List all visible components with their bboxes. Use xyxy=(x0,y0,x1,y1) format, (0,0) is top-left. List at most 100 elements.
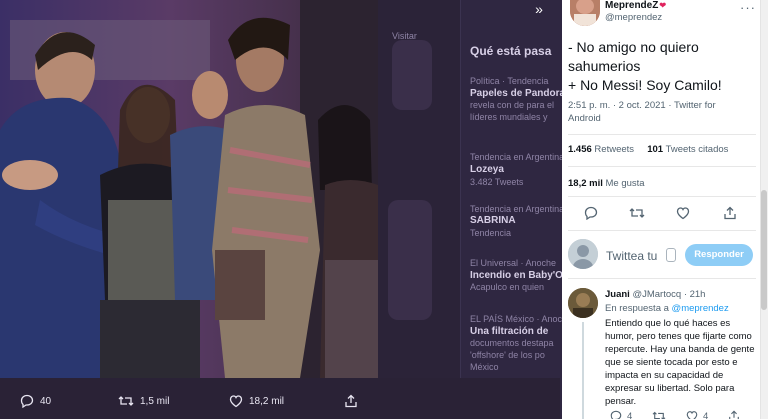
background-trend-text: Tendencia xyxy=(470,228,512,238)
reply-reply-action[interactable]: 4 xyxy=(610,410,632,419)
background-trends-title: Qué está pasa xyxy=(470,44,552,58)
retweets-stat[interactable]: 1.456 Retweets xyxy=(568,144,634,155)
retweets-label: Retweets xyxy=(594,144,635,155)
background-trend-text: revela con de para el xyxy=(470,100,555,110)
author-avatar-image xyxy=(570,0,600,26)
reply-tweet[interactable]: Juani @JMartocq · 21h En respuesta a @me… xyxy=(562,282,760,419)
background-trend-text: México xyxy=(470,362,499,372)
divider xyxy=(568,166,756,167)
reply-icon xyxy=(610,410,622,419)
user-avatar[interactable] xyxy=(568,239,598,269)
background-trend-meta: Tendencia en Argentina xyxy=(470,204,565,214)
background-trend-text: 3.482 Tweets xyxy=(470,177,524,187)
heart-icon xyxy=(686,411,698,419)
background-trend-text: Acapulco en quien xyxy=(470,282,545,292)
photo-retweet-action[interactable]: 1,5 mil xyxy=(118,394,169,408)
reply-like-action[interactable]: 4 xyxy=(686,410,708,419)
background-trend-meta: EL PAÍS México · Anoche xyxy=(470,314,573,324)
reply-icon xyxy=(20,394,34,408)
background-trend-title: Lozeya xyxy=(470,164,504,175)
reply-author-avatar[interactable] xyxy=(568,288,598,318)
tweet-stats-row: 1.456 Retweets 101 Tweets citados xyxy=(568,144,728,155)
background-trend-meta: Política · Tendencia xyxy=(470,76,549,86)
expand-arrow-icon[interactable]: » xyxy=(527,0,551,18)
in-reply-handle-link[interactable]: @meprendez xyxy=(672,303,729,314)
reply-text-line: expresar su libertad. Solo para xyxy=(605,383,735,394)
reply-like-count: 4 xyxy=(703,410,709,419)
in-reply-prefix: En respuesta a xyxy=(605,303,669,314)
retweet-icon xyxy=(652,411,666,419)
scrollbar[interactable] xyxy=(760,0,768,419)
in-reply-to: En respuesta a @meprendez xyxy=(605,303,729,314)
tweet-text-line: - No amigo no quiero xyxy=(568,39,699,55)
likes-label: Me gusta xyxy=(605,178,645,189)
likes-stat[interactable]: 18,2 mil Me gusta xyxy=(568,178,645,189)
background-trend-title: Incendio en Baby'O xyxy=(470,270,563,281)
photo-illustration xyxy=(0,0,378,378)
retweet-icon xyxy=(118,396,134,406)
photo-like-action[interactable]: 18,2 mil xyxy=(229,394,284,408)
background-trend-text: 'offshore' de los po xyxy=(470,350,545,360)
reply-author[interactable]: Juani @JMartocq · 21h xyxy=(605,289,705,300)
tweet-timestamp-line: 2:51 p. m. · 2 oct. 2021 · Twitter for xyxy=(568,100,716,111)
photo-reply-action[interactable]: 40 xyxy=(20,394,51,408)
reply-retweet-action[interactable] xyxy=(652,410,666,419)
tweet-timestamp[interactable]: 2:51 p. m. · 2 oct. 2021 · Twitter for A… xyxy=(568,99,748,125)
reply-share-action[interactable] xyxy=(728,410,740,419)
scrollbar-thumb[interactable] xyxy=(761,190,767,310)
author-handle[interactable]: @meprendez xyxy=(605,12,662,23)
heart-icon[interactable] xyxy=(676,206,690,220)
background-card xyxy=(392,40,432,110)
share-icon[interactable] xyxy=(723,206,737,220)
reply-icon[interactable] xyxy=(584,206,598,220)
emoji-icon[interactable] xyxy=(666,248,676,262)
compose-reply-input[interactable]: Twittea tu xyxy=(606,249,657,263)
divider xyxy=(568,134,756,135)
share-icon xyxy=(729,410,739,419)
author-avatar[interactable] xyxy=(570,0,600,26)
reply-text-line: pensar. xyxy=(605,396,637,407)
photo-share-action[interactable] xyxy=(344,394,358,408)
reply-text-line: repercute. Hay una banda de gente xyxy=(605,344,755,355)
divider xyxy=(568,230,756,231)
background-trend-text: documentos destapa xyxy=(470,338,554,348)
retweet-icon[interactable] xyxy=(629,206,645,220)
author-name-text: MeprendeZ xyxy=(605,0,659,11)
more-icon[interactable]: ··· xyxy=(740,0,756,15)
reply-text-line: impacta en su capacidad de xyxy=(605,370,724,381)
tweet-detail-panel: MeprendeZ❤ @meprendez ··· - No amigo no … xyxy=(562,0,768,419)
author-name[interactable]: MeprendeZ❤ xyxy=(605,0,666,11)
reply-text-line: que se siente tocada por esto e xyxy=(605,357,738,368)
background-trend-meta: Tendencia en Argentina xyxy=(470,152,565,162)
default-avatar-icon xyxy=(568,239,598,269)
reply-author-handle: @JMartocq xyxy=(632,289,682,300)
reply-avatar-image xyxy=(568,288,598,318)
tweet-text: - No amigo no quiero sahumerios + No Mes… xyxy=(568,38,754,95)
quotes-stat[interactable]: 101 Tweets citados xyxy=(647,144,728,155)
reply-text: Entiendo que lo qué haces es humor, pero… xyxy=(605,317,755,408)
background-trend-text: líderes mundiales y xyxy=(470,112,548,122)
background-trend-title: SABRINA xyxy=(470,215,516,226)
thread-line xyxy=(582,322,584,419)
background-trend-meta: El Universal · Anoche xyxy=(470,258,557,268)
reply-button[interactable]: Responder xyxy=(685,244,753,266)
quotes-label: Tweets citados xyxy=(665,144,729,155)
tweet-source: Android xyxy=(568,113,601,124)
heart-icon xyxy=(229,395,243,408)
divider xyxy=(568,196,756,197)
reply-author-name: Juani xyxy=(605,289,630,300)
reply-time: · 21h xyxy=(683,289,706,300)
tweet-text-line: + No Messi! Soy Camilo! xyxy=(568,77,722,93)
photo-like-count: 18,2 mil xyxy=(249,395,285,407)
reply-reply-count: 4 xyxy=(627,410,633,419)
heart-badge-icon: ❤ xyxy=(659,1,667,10)
reply-text-line: humor, pero tenes que fijarte como xyxy=(605,331,752,342)
tweet-photo[interactable] xyxy=(0,0,378,378)
background-trend-title: Papeles de Pandora xyxy=(470,88,566,99)
likes-count: 18,2 mil xyxy=(568,178,603,189)
share-icon xyxy=(345,394,357,408)
reply-text-line: Entiendo que lo qué haces es xyxy=(605,318,731,329)
quotes-count: 101 xyxy=(647,144,664,155)
tweet-text-line: sahumerios xyxy=(568,58,641,74)
divider xyxy=(568,278,756,279)
